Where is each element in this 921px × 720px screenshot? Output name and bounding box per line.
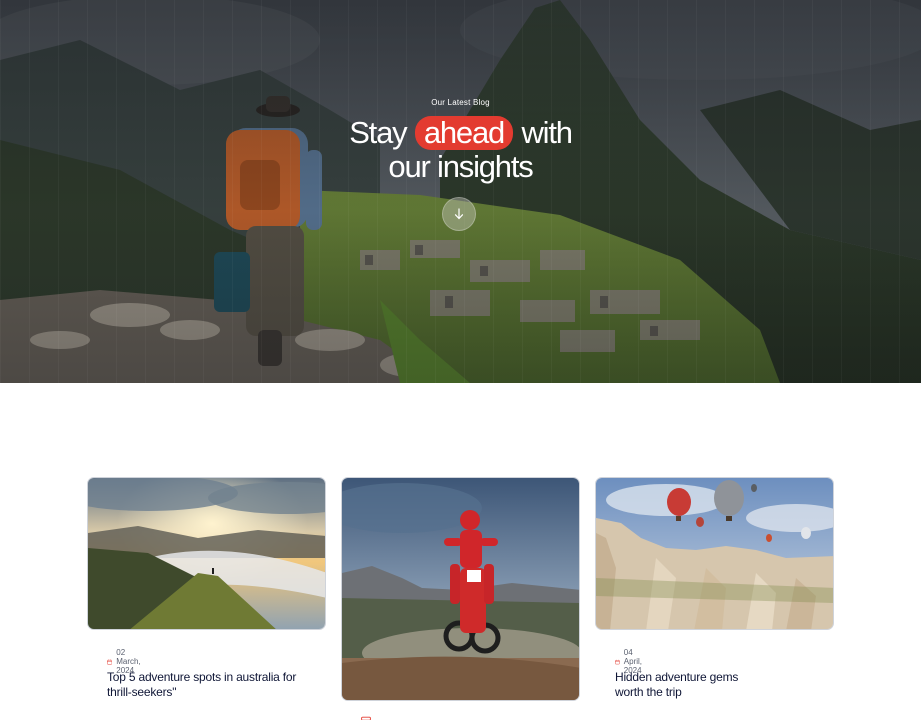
calendar-icon <box>361 716 371 720</box>
scroll-down-button[interactable] <box>442 197 476 231</box>
blog-card-image[interactable] <box>341 477 580 701</box>
headline-highlight: ahead <box>414 116 514 150</box>
blog-card-title[interactable]: Top 5 adventure spots in australia for t… <box>107 670 317 700</box>
hero-headline: Stay ahead with our insights <box>0 116 921 184</box>
hero-overlay <box>0 0 921 383</box>
arrow-down-icon <box>454 208 464 220</box>
blog-card-title[interactable]: Hidden adventure gems worth the trip <box>615 670 745 700</box>
calendar-icon <box>107 659 113 665</box>
mountain-peak-sunrise-photo <box>88 478 325 629</box>
hot-air-balloons-photo <box>596 478 833 629</box>
headline-word-stay: Stay <box>349 115 407 150</box>
hero-eyebrow: Our Latest Blog <box>431 98 490 107</box>
headline-line-two: our insights <box>388 149 533 184</box>
hero-section: Our Latest Blog Stay ahead with our insi… <box>0 0 921 383</box>
headline-word-with: with <box>521 115 573 150</box>
blog-card-image[interactable] <box>595 477 834 630</box>
blog-card-image[interactable] <box>87 477 326 630</box>
motocross-rider-photo <box>342 478 579 700</box>
calendar-icon <box>615 659 620 664</box>
